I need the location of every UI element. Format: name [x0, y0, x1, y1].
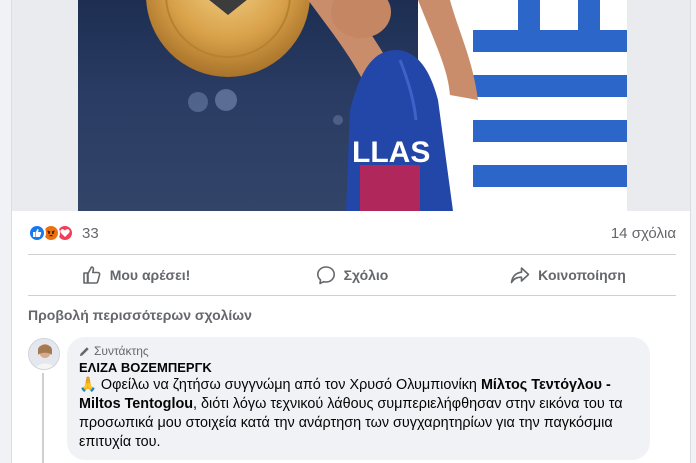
share-button[interactable]: Κοινοποίηση	[460, 256, 676, 294]
share-arrow-icon	[510, 267, 530, 284]
like-button-label: Μου αρέσει!	[109, 267, 191, 283]
reactions-summary[interactable]: 33	[28, 224, 99, 242]
share-button-label: Κοινοποίηση	[538, 267, 626, 283]
avatar[interactable]	[28, 338, 60, 370]
post-media[interactable]: LLAS	[12, 0, 690, 211]
singlet-text: LLAS	[352, 136, 430, 169]
athlete-photo-illustration: LLAS	[146, 0, 627, 211]
comment-bubble: Συντάκτης ΕΛΙΖΑ ΒΟΖΕΜΠΕΡΓΚ 🙏 Οφείλω να ζ…	[67, 337, 650, 460]
view-more-comments-link[interactable]: Προβολή περισσότερων σχολίων	[28, 307, 252, 323]
comments-count-link[interactable]: 14 σχόλια	[611, 225, 676, 242]
reaction-count: 33	[82, 224, 99, 242]
pray-emoji: 🙏	[79, 377, 97, 393]
comment-button[interactable]: Σχόλιο	[244, 256, 460, 294]
comment-text: 🙏 Οφείλω να ζητήσω συγγνώμη από τον Χρυσ…	[79, 376, 638, 452]
post-card: LLAS 33 14 σχόλια Μου αρέσει! Σχόλιο Κοι…	[11, 0, 691, 463]
comment-author[interactable]: ΕΛΙΖΑ ΒΟΖΕΜΠΕΡΓΚ	[79, 360, 638, 376]
avatar-image	[29, 339, 59, 369]
divider	[28, 295, 676, 296]
post-actions-bar: Μου αρέσει! Σχόλιο Κοινοποίηση	[28, 256, 676, 294]
comment-text-part1: Οφείλω να ζητήσω συγγνώμη από τον Χρυσό …	[100, 377, 477, 393]
thumbs-up-icon	[82, 266, 101, 284]
like-button[interactable]: Μου αρέσει!	[28, 256, 244, 294]
comment-bubble-icon	[316, 266, 335, 285]
comment-button-label: Σχόλιο	[343, 267, 389, 283]
author-role-badge: Συντάκτης	[79, 344, 638, 358]
post-stats: 33 14 σχόλια	[28, 218, 676, 248]
post-photo[interactable]: LLAS	[78, 0, 627, 211]
thread-line	[42, 373, 44, 463]
divider	[28, 254, 676, 255]
like-reaction-icon	[28, 224, 46, 242]
author-role-label: Συντάκτης	[94, 344, 149, 358]
pencil-icon	[79, 346, 89, 356]
